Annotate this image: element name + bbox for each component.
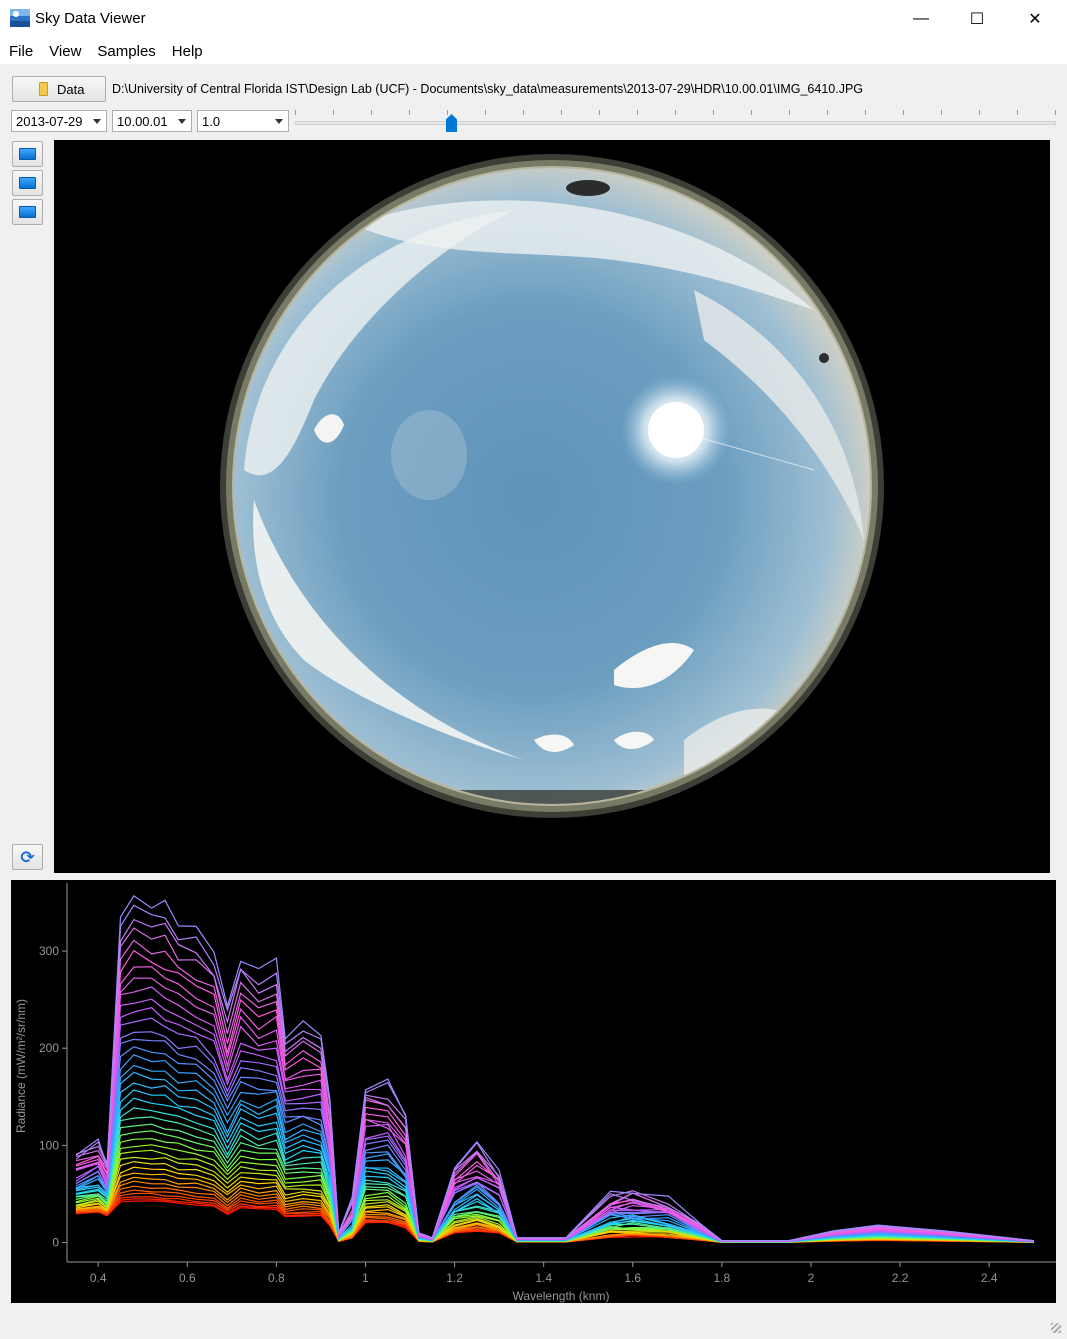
slider-tick: [751, 110, 752, 115]
x-tick-label: 2: [808, 1271, 815, 1285]
x-tick-label: 1: [362, 1271, 369, 1285]
y-tick-label: 200: [39, 1041, 59, 1055]
slider-tick: [827, 110, 828, 115]
date-select-value: 2013-07-29: [16, 113, 83, 129]
chevron-down-icon: [93, 119, 101, 124]
x-tick-label: 0.8: [268, 1271, 285, 1285]
fisheye-sky-image: [220, 154, 884, 818]
x-axis-label: Wavelength (knm): [513, 1289, 610, 1303]
menu-bar: File View Samples Help: [0, 38, 1067, 64]
exposure-select[interactable]: 1.0: [197, 110, 289, 132]
slider-tick: [447, 110, 448, 115]
refresh-button[interactable]: ⟳: [12, 844, 43, 870]
refresh-icon: ⟳: [20, 847, 35, 867]
monitor-icon: [19, 206, 36, 218]
x-tick-label: 0.6: [179, 1271, 196, 1285]
image-slider[interactable]: [295, 110, 1056, 134]
spectrum-series-line: [75, 1116, 1034, 1243]
spectrum-series-line: [75, 1130, 1034, 1243]
slider-tick: [1055, 110, 1056, 115]
slider-handle[interactable]: [446, 114, 457, 132]
slider-tick: [295, 110, 296, 115]
maximize-button[interactable]: ☐: [954, 0, 1000, 38]
maximize-icon: ☐: [969, 11, 985, 28]
x-tick-label: 1.4: [535, 1271, 552, 1285]
app-icon: [10, 9, 30, 27]
x-tick-label: 2.4: [981, 1271, 998, 1285]
time-select[interactable]: 10.00.01: [112, 110, 192, 132]
monitor-icon: [19, 148, 36, 160]
date-select[interactable]: 2013-07-29: [11, 110, 107, 132]
slider-tick: [485, 110, 486, 115]
close-button[interactable]: ✕: [1012, 0, 1058, 38]
close-icon: ✕: [1028, 11, 1042, 28]
x-tick-label: 1.8: [714, 1271, 731, 1285]
y-axis-label: Radiance (mW/m²/sr/nm): [14, 999, 28, 1133]
file-path: D:\University of Central Florida IST\Des…: [112, 82, 864, 96]
slider-tick: [675, 110, 676, 115]
y-tick-label: 0: [52, 1236, 59, 1250]
y-tick-label: 100: [39, 1138, 59, 1152]
data-button[interactable]: Data: [12, 76, 106, 102]
x-tick-label: 2.2: [892, 1271, 909, 1285]
slider-tick: [941, 110, 942, 115]
radiance-chart: 0.4 0.6 0.8 1 1.2 1.4 1.6 1.8 2 2.2 2.4 0 100 200 300…: [14, 883, 1056, 1303]
slider-tick: [1017, 110, 1018, 115]
view-button-2[interactable]: [12, 170, 43, 196]
view-button-1[interactable]: [12, 141, 43, 167]
folder-icon: [39, 82, 48, 96]
minimize-icon: —: [913, 10, 929, 27]
minimize-button[interactable]: —: [898, 0, 944, 38]
menu-samples[interactable]: Samples: [89, 43, 163, 60]
slider-tick: [903, 110, 904, 115]
time-select-value: 10.00.01: [117, 113, 168, 129]
chevron-down-icon: [178, 119, 186, 124]
x-ticks: 0.4 0.6 0.8 1 1.2 1.4 1.6 1.8 2 2.2 2.4: [90, 1262, 998, 1285]
chevron-down-icon: [275, 119, 283, 124]
menu-view[interactable]: View: [41, 43, 89, 60]
data-button-label: Data: [57, 81, 85, 97]
slider-tick: [561, 110, 562, 115]
spectrum-series-line: [75, 1071, 1034, 1243]
slider-tick: [979, 110, 980, 115]
y-ticks: 0 100 200 300: [39, 944, 67, 1250]
slider-tick: [523, 110, 524, 115]
menu-file[interactable]: File: [0, 43, 41, 60]
x-tick-label: 0.4: [90, 1271, 107, 1285]
status-bar: [0, 1303, 1067, 1339]
slider-tick: [637, 110, 638, 115]
spectrum-series-line: [75, 1054, 1034, 1243]
y-tick-label: 300: [39, 944, 59, 958]
slider-tick: [713, 110, 714, 115]
series-layer: [75, 895, 1034, 1243]
slider-tick: [599, 110, 600, 115]
slider-tick: [409, 110, 410, 115]
radiance-plot[interactable]: 0.4 0.6 0.8 1 1.2 1.4 1.6 1.8 2 2.2 2.4 0 100 200 300…: [11, 880, 1056, 1303]
slider-tick: [789, 110, 790, 115]
x-tick-label: 1.6: [624, 1271, 641, 1285]
slider-tick: [333, 110, 334, 115]
window-title: Sky Data Viewer: [35, 10, 146, 27]
x-tick-label: 1.2: [446, 1271, 463, 1285]
title-bar: Sky Data Viewer — ☐ ✕: [0, 0, 1067, 38]
slider-tick: [371, 110, 372, 115]
resize-grip-icon[interactable]: [1051, 1323, 1061, 1333]
sky-image-view[interactable]: [54, 140, 1050, 873]
slider-tick: [865, 110, 866, 115]
monitor-icon: [19, 177, 36, 189]
view-button-3[interactable]: [12, 199, 43, 225]
spectrum-series-line: [75, 1123, 1034, 1243]
exposure-select-value: 1.0: [202, 113, 221, 129]
slider-track: [295, 121, 1056, 125]
menu-help[interactable]: Help: [164, 43, 211, 60]
